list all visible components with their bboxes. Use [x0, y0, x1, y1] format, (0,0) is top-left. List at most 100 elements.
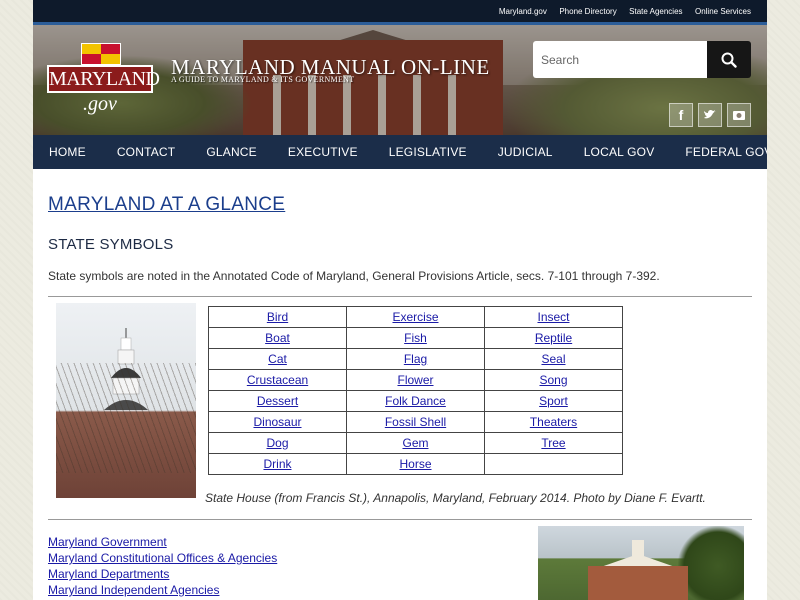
symbols-cell: Seal	[484, 348, 623, 370]
search-icon	[721, 52, 737, 68]
symbols-cell: Dog	[208, 432, 347, 454]
photo-cupola	[632, 540, 644, 556]
symbols-row: Drink Horse	[208, 453, 623, 475]
photo-building	[588, 566, 688, 600]
camera-icon	[733, 111, 745, 120]
state-house-photo	[56, 303, 196, 498]
symbol-link-gem[interactable]: Gem	[402, 436, 428, 450]
link-maryland-departments[interactable]: Maryland Departments	[48, 566, 277, 582]
logo-wordmark: MARYLAND	[47, 65, 160, 93]
symbols-cell: Fish	[346, 327, 485, 349]
nav-item-executive[interactable]: EXECUTIVE	[288, 135, 358, 169]
symbol-link-reptile[interactable]: Reptile	[535, 331, 572, 345]
search-box	[533, 41, 751, 78]
symbols-row: Dog Gem Tree	[208, 432, 623, 454]
symbol-link-dog[interactable]: Dog	[266, 436, 288, 450]
symbols-cell: Tree	[484, 432, 623, 454]
nav-item-local-gov[interactable]: LOCAL GOV	[584, 135, 655, 169]
symbols-row: Dinosaur Fossil Shell Theaters	[208, 411, 623, 433]
symbols-cell: Flag	[346, 348, 485, 370]
symbol-link-folk-dance[interactable]: Folk Dance	[385, 394, 446, 408]
symbol-link-flag[interactable]: Flag	[404, 352, 427, 366]
symbols-cell: Sport	[484, 390, 623, 412]
symbols-cell: Drink	[208, 453, 347, 475]
page-title[interactable]: MARYLAND AT A GLANCE	[48, 194, 285, 216]
twitter-icon[interactable]	[698, 103, 722, 127]
maryland-gov-logo[interactable]: MARYLAND .gov	[47, 43, 160, 121]
symbol-link-flower[interactable]: Flower	[397, 373, 433, 387]
logo-domain: .gov	[83, 93, 117, 115]
link-constitutional-offices[interactable]: Maryland Constitutional Offices & Agenci…	[48, 550, 277, 566]
symbol-link-drink[interactable]: Drink	[263, 457, 291, 471]
symbols-cell	[484, 453, 623, 475]
symbols-row: Cat Flag Seal	[208, 348, 623, 370]
symbols-row: Crustacean Flower Song	[208, 369, 623, 391]
symbols-cell: Horse	[346, 453, 485, 475]
symbols-cell: Cat	[208, 348, 347, 370]
nav-item-federal-gov[interactable]: FEDERAL GOV	[685, 135, 767, 169]
divider	[48, 519, 752, 520]
symbol-link-fossil-shell[interactable]: Fossil Shell	[385, 415, 446, 429]
symbol-link-bird[interactable]: Bird	[267, 310, 288, 324]
symbols-cell: Fossil Shell	[346, 411, 485, 433]
header: MARYLAND .gov MARYLAND MANUAL ON-LINE A …	[33, 25, 767, 135]
symbols-cell: Exercise	[346, 306, 485, 328]
symbol-link-sport[interactable]: Sport	[539, 394, 568, 408]
symbols-cell: Dessert	[208, 390, 347, 412]
bare-trees	[56, 363, 196, 473]
flickr-icon[interactable]	[727, 103, 751, 127]
symbols-row: Bird Exercise Insect	[208, 306, 623, 328]
symbol-link-cat[interactable]: Cat	[268, 352, 287, 366]
divider	[48, 296, 752, 297]
nav-item-judicial[interactable]: JUDICIAL	[498, 135, 553, 169]
symbols-cell: Gem	[346, 432, 485, 454]
state-symbols-table: Bird Exercise Insect Boat Fish Reptile Cat Flag…	[208, 306, 623, 475]
photo-caption: State House (from Francis St.), Annapoli…	[205, 491, 706, 505]
symbols-cell: Theaters	[484, 411, 623, 433]
nav-item-home[interactable]: HOME	[49, 135, 86, 169]
symbols-cell: Insect	[484, 306, 623, 328]
government-house-photo	[538, 526, 744, 600]
related-links: Maryland Government Maryland Constitutio…	[48, 534, 277, 598]
symbols-row: Boat Fish Reptile	[208, 327, 623, 349]
page: Maryland.gov Phone Directory State Agenc…	[33, 0, 767, 600]
symbol-link-theaters[interactable]: Theaters	[530, 415, 577, 429]
symbol-link-tree[interactable]: Tree	[541, 436, 565, 450]
symbol-link-fish[interactable]: Fish	[404, 331, 427, 345]
symbols-cell: Folk Dance	[346, 390, 485, 412]
utility-link-maryland-gov[interactable]: Maryland.gov	[499, 0, 547, 24]
symbol-link-crustacean[interactable]: Crustacean	[247, 373, 308, 387]
symbols-row: Dessert Folk Dance Sport	[208, 390, 623, 412]
nav-item-legislative[interactable]: LEGISLATIVE	[389, 135, 467, 169]
nav-item-contact[interactable]: CONTACT	[117, 135, 176, 169]
section-title: STATE SYMBOLS	[48, 236, 174, 253]
utility-link-state-agencies[interactable]: State Agencies	[629, 0, 682, 24]
link-independent-agencies[interactable]: Maryland Independent Agencies	[48, 582, 277, 598]
link-maryland-government[interactable]: Maryland Government	[48, 534, 277, 550]
symbol-link-seal[interactable]: Seal	[541, 352, 565, 366]
symbol-link-dinosaur[interactable]: Dinosaur	[253, 415, 301, 429]
search-button[interactable]	[707, 41, 751, 78]
utility-link-online-services[interactable]: Online Services	[695, 0, 751, 24]
symbols-cell: Bird	[208, 306, 347, 328]
facebook-icon[interactable]: f	[669, 103, 693, 127]
symbol-link-boat[interactable]: Boat	[265, 331, 290, 345]
nav-item-glance[interactable]: GLANCE	[206, 135, 257, 169]
symbols-cell: Dinosaur	[208, 411, 347, 433]
site-subtitle: A GUIDE TO MARYLAND & ITS GOVERNMENT	[171, 75, 355, 84]
symbols-cell: Flower	[346, 369, 485, 391]
symbols-cell: Boat	[208, 327, 347, 349]
symbols-cell: Crustacean	[208, 369, 347, 391]
symbols-cell: Song	[484, 369, 623, 391]
symbol-link-dessert[interactable]: Dessert	[257, 394, 298, 408]
symbol-link-insect[interactable]: Insect	[537, 310, 569, 324]
utility-link-phone-directory[interactable]: Phone Directory	[559, 0, 616, 24]
intro-text: State symbols are noted in the Annotated…	[48, 269, 660, 283]
utility-bar: Maryland.gov Phone Directory State Agenc…	[33, 0, 767, 25]
symbol-link-exercise[interactable]: Exercise	[392, 310, 438, 324]
symbol-link-horse[interactable]: Horse	[399, 457, 431, 471]
symbol-link-song[interactable]: Song	[539, 373, 567, 387]
main-nav: HOME CONTACT GLANCE EXECUTIVE LEGISLATIV…	[33, 135, 767, 169]
maryland-flag-icon	[81, 43, 121, 65]
search-input[interactable]	[533, 41, 707, 78]
